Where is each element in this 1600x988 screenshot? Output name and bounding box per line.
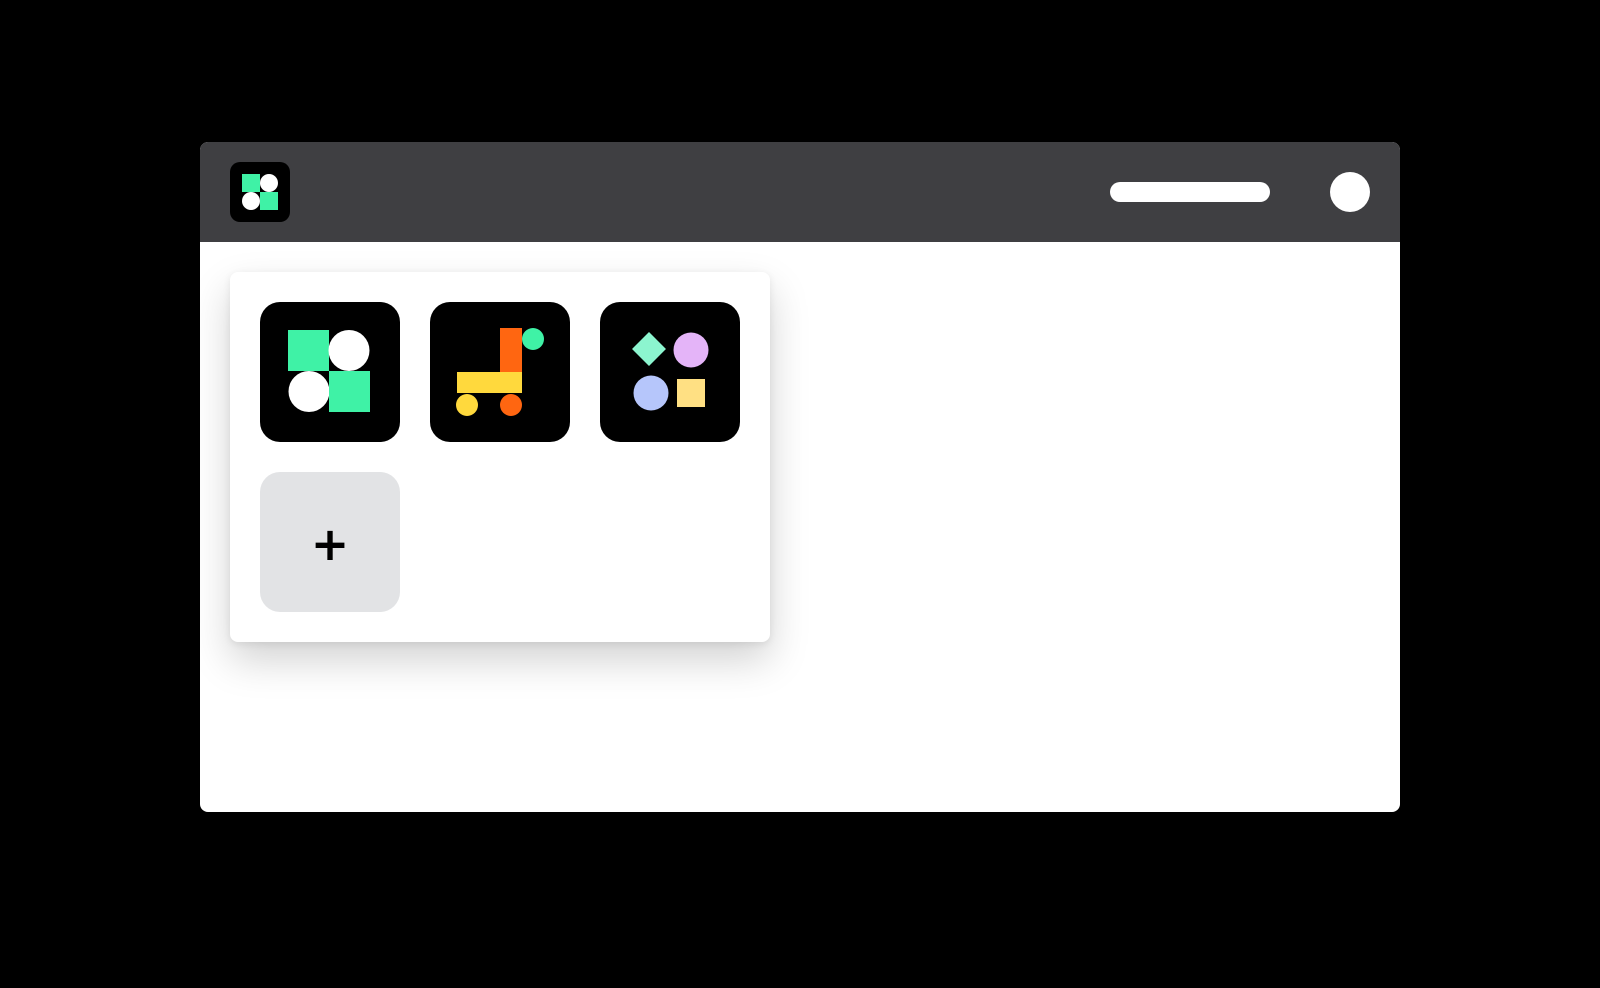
plus-icon: + xyxy=(310,517,350,571)
search-input[interactable] xyxy=(1110,182,1270,202)
user-avatar-icon[interactable] xyxy=(1330,172,1370,212)
app-tile-1[interactable] xyxy=(260,302,400,442)
add-app-button[interactable]: + xyxy=(260,472,400,612)
app-logo-icon xyxy=(242,174,278,210)
shapes-cart-app-icon xyxy=(456,328,544,416)
top-bar xyxy=(200,142,1400,242)
app-tile-2[interactable] xyxy=(430,302,570,442)
shapes-grid-app-icon xyxy=(288,330,370,412)
shapes-pastel-app-icon xyxy=(632,332,709,411)
app-window: + xyxy=(200,142,1400,812)
app-switcher-popover: + xyxy=(230,272,770,642)
app-logo-button[interactable] xyxy=(230,162,290,222)
app-tile-3[interactable] xyxy=(600,302,740,442)
